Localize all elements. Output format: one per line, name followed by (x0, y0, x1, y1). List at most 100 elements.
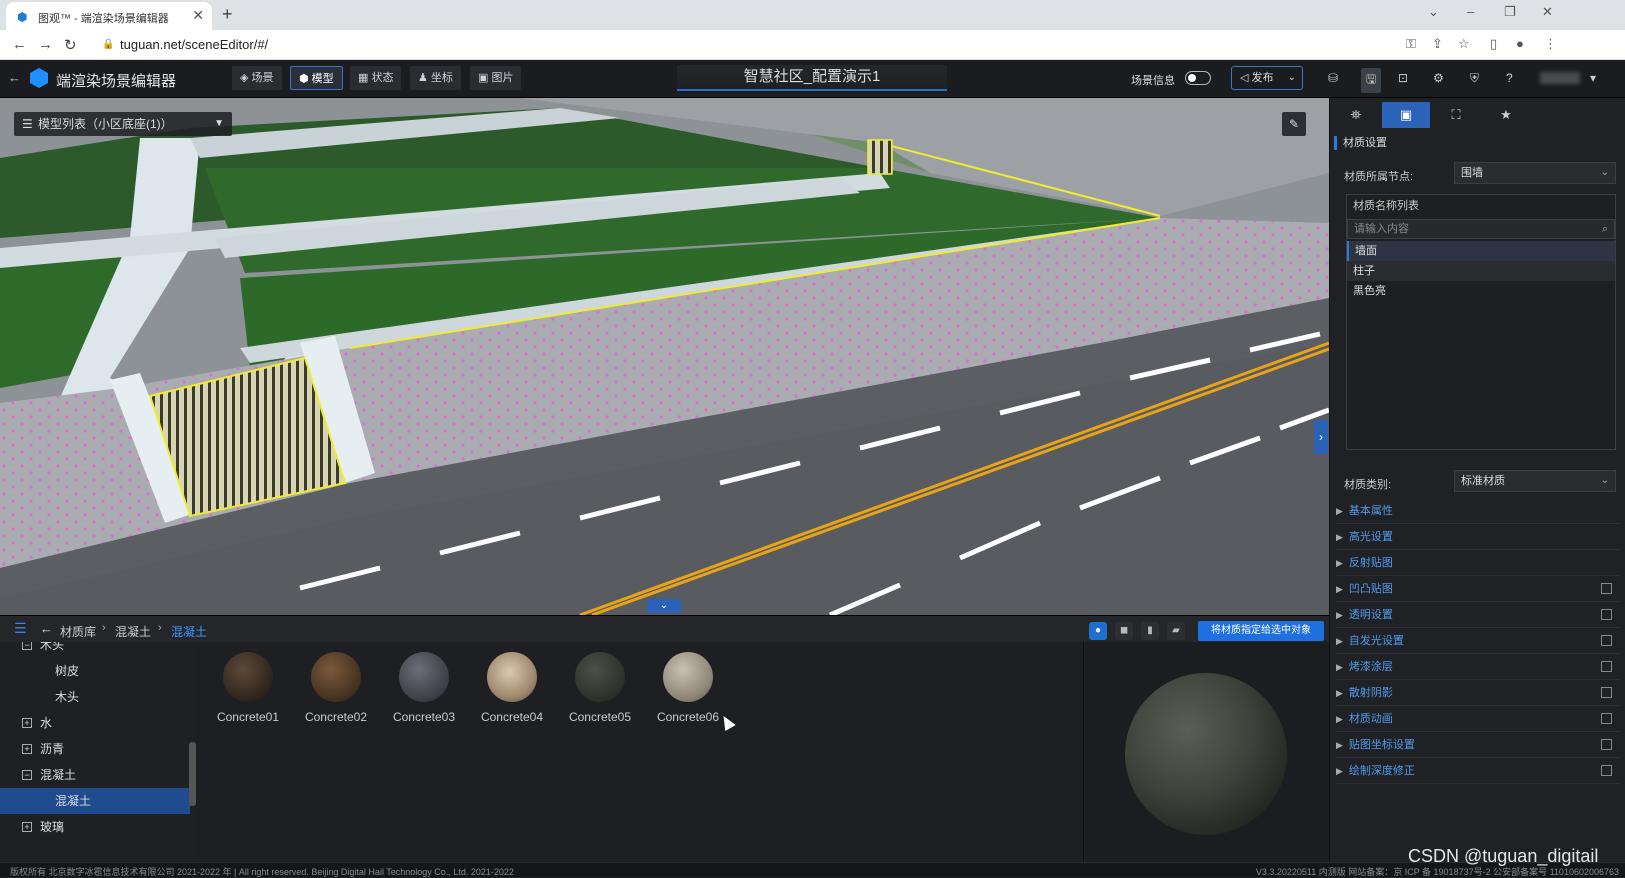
search-icon[interactable]: ⌕ (1602, 220, 1608, 238)
tree-item[interactable]: − 木头 (0, 642, 190, 658)
breadcrumb-item[interactable]: 材质库 (60, 623, 96, 640)
scrollbar[interactable] (189, 742, 196, 806)
share-icon[interactable]: ⇪ (1432, 36, 1443, 52)
profile-icon[interactable]: ● (1516, 36, 1524, 51)
settings-icon[interactable]: ⚙ (1433, 71, 1444, 85)
checkbox[interactable] (1601, 765, 1612, 776)
checkbox[interactable] (1601, 583, 1612, 594)
monitor-icon[interactable]: ⊡ (1398, 71, 1408, 85)
tab-state[interactable]: ▦ 状态 (350, 66, 402, 90)
material-library: ☰ ← 材质库 › 混凝土 › 混凝土 ● ◼ ▮ ▰ 将材质指定给选中对象 −… (0, 615, 1329, 863)
restore-icon[interactable]: ❐ (1504, 4, 1516, 20)
back-arrow-icon[interactable]: ← (40, 621, 53, 636)
prop-depth-correction[interactable]: ▶ 绘制深度修正 (1336, 758, 1620, 784)
sphere-preview-icon[interactable]: ● (1089, 622, 1107, 640)
brush-icon[interactable]: ✎ (1282, 112, 1306, 136)
prop-bump[interactable]: ▶ 凹凸贴图 (1336, 576, 1620, 602)
cylinder-preview-icon[interactable]: ▮ (1141, 622, 1159, 640)
collapse-bottom-panel-chevron-icon[interactable]: ⌄ (647, 599, 681, 613)
close-window-icon[interactable]: ✕ (1542, 4, 1553, 20)
forward-icon[interactable]: → (38, 36, 53, 53)
material-thumbnail[interactable]: Concrete01 (208, 652, 288, 724)
close-tab-icon[interactable]: ✕ (192, 7, 204, 24)
expand-icon[interactable]: + (22, 822, 32, 832)
expand-icon[interactable]: + (22, 718, 32, 728)
prop-emissive[interactable]: ▶ 自发光设置 (1336, 628, 1620, 654)
model-list-dropdown[interactable]: ☰ 模型列表（小区底座(1)） ▼ (14, 112, 232, 136)
material-item[interactable]: 墙面 (1347, 241, 1615, 261)
chevron-down-icon[interactable]: ⌄ (1428, 4, 1439, 20)
material-search-input[interactable]: 请输入内容 ⌕ (1347, 219, 1615, 239)
star-icon[interactable]: ☆ (1458, 36, 1470, 52)
tab-coordinate[interactable]: ♟ 坐标 (410, 66, 461, 90)
material-thumbnail[interactable]: Concrete06 (648, 652, 728, 724)
material-thumbnail[interactable]: Concrete04 (472, 652, 552, 724)
tree-item[interactable]: 木头 (0, 684, 190, 710)
tree-item[interactable]: − 混凝土 (0, 762, 190, 788)
apply-material-button[interactable]: 将材质指定给选中对象 (1198, 621, 1324, 641)
breadcrumb-item[interactable]: 混凝土 (115, 623, 151, 640)
checkbox[interactable] (1601, 713, 1612, 724)
tree-item[interactable]: + 水 (0, 710, 190, 736)
scene-title[interactable]: 智慧社区_配置演示1 (677, 65, 947, 91)
tab-material[interactable]: ▣ (1382, 102, 1430, 128)
hamburger-icon[interactable]: ☰ (14, 620, 27, 637)
collapse-icon[interactable]: − (22, 642, 32, 650)
type-select[interactable]: 标准材质 ⌄ (1454, 470, 1616, 492)
tree-item[interactable]: 树皮 (0, 658, 190, 684)
material-item[interactable]: 黑色亮 (1347, 281, 1615, 301)
tab-model-tree[interactable]: ⛯ (1332, 102, 1380, 128)
checkbox[interactable] (1601, 739, 1612, 750)
new-tab-button[interactable]: + (222, 4, 233, 25)
prop-animation[interactable]: ▶ 材质动画 (1336, 706, 1620, 732)
url-text[interactable]: tuguan.net/sceneEditor/#/ (120, 37, 268, 52)
node-select[interactable]: 围墙 ⌄ (1454, 162, 1616, 184)
tab-transform[interactable]: ⛶ (1432, 102, 1480, 128)
collapse-right-panel-chevron-icon[interactable]: › (1314, 420, 1328, 454)
material-thumbnail[interactable]: Concrete03 (384, 652, 464, 724)
cube-preview-icon[interactable]: ◼ (1115, 622, 1133, 640)
tree-item[interactable]: + 玻璃 (0, 814, 190, 840)
menu-icon[interactable]: ⋮ (1544, 36, 1557, 52)
scene-viewport[interactable]: ☰ 模型列表（小区底座(1)） ▼ ✎ › ⌄ (0, 98, 1329, 615)
minimize-icon[interactable]: – (1467, 4, 1474, 19)
help-icon[interactable]: ? (1506, 71, 1513, 85)
checkbox[interactable] (1601, 661, 1612, 672)
save-icon[interactable]: 🖫 (1361, 68, 1382, 93)
checkbox[interactable] (1601, 635, 1612, 646)
material-preview[interactable] (1085, 642, 1329, 863)
tree-item-selected[interactable]: 混凝土 (0, 788, 190, 814)
user-name[interactable] (1540, 72, 1580, 84)
material-thumbnail[interactable]: Concrete05 (560, 652, 640, 724)
camera-icon[interactable]: ⛁ (1328, 71, 1338, 85)
expand-icon[interactable]: + (22, 744, 32, 754)
plane-preview-icon[interactable]: ▰ (1167, 622, 1185, 640)
shield-icon[interactable]: ⛨ (1470, 71, 1479, 86)
tree-item[interactable]: + 沥青 (0, 736, 190, 762)
prop-specular[interactable]: ▶ 高光设置 (1336, 524, 1620, 550)
browser-tab[interactable]: ⬢ 图观™ - 端渲染场景编辑器 ✕ (6, 2, 212, 30)
back-icon[interactable]: ← (12, 36, 27, 53)
key-icon[interactable]: ⚿ (1406, 36, 1416, 52)
prop-reflection[interactable]: ▶ 反射贴图 (1336, 550, 1620, 576)
checkbox[interactable] (1601, 609, 1612, 620)
collapse-icon[interactable]: − (22, 770, 32, 780)
material-thumbnail[interactable]: Concrete02 (296, 652, 376, 724)
tab-scene[interactable]: ◈ 场景 (232, 66, 282, 90)
prop-transparency[interactable]: ▶ 透明设置 (1336, 602, 1620, 628)
user-menu-chevron-icon[interactable]: ▾ (1590, 71, 1596, 85)
checkbox[interactable] (1601, 687, 1612, 698)
prop-scatter-shadow[interactable]: ▶ 散射阴影 (1336, 680, 1620, 706)
reload-icon[interactable]: ↻ (64, 36, 77, 54)
tab-image[interactable]: ▣ 图片 (470, 66, 522, 90)
publish-button[interactable]: ◁ 发布 ⌄ (1231, 66, 1303, 90)
sidebar-icon[interactable]: ▯ (1490, 36, 1497, 52)
prop-basic[interactable]: ▶ 基本属性 (1336, 498, 1620, 524)
material-item[interactable]: 柱子 (1347, 261, 1615, 281)
tab-effects[interactable]: ★ (1482, 102, 1530, 128)
scene-info-toggle[interactable] (1185, 71, 1211, 85)
prop-clearcoat[interactable]: ▶ 烤漆涂层 (1336, 654, 1620, 680)
prop-uv[interactable]: ▶ 贴图坐标设置 (1336, 732, 1620, 758)
tab-model[interactable]: ⬢ 模型 (290, 66, 343, 90)
app-back-icon[interactable]: ← (8, 70, 21, 85)
